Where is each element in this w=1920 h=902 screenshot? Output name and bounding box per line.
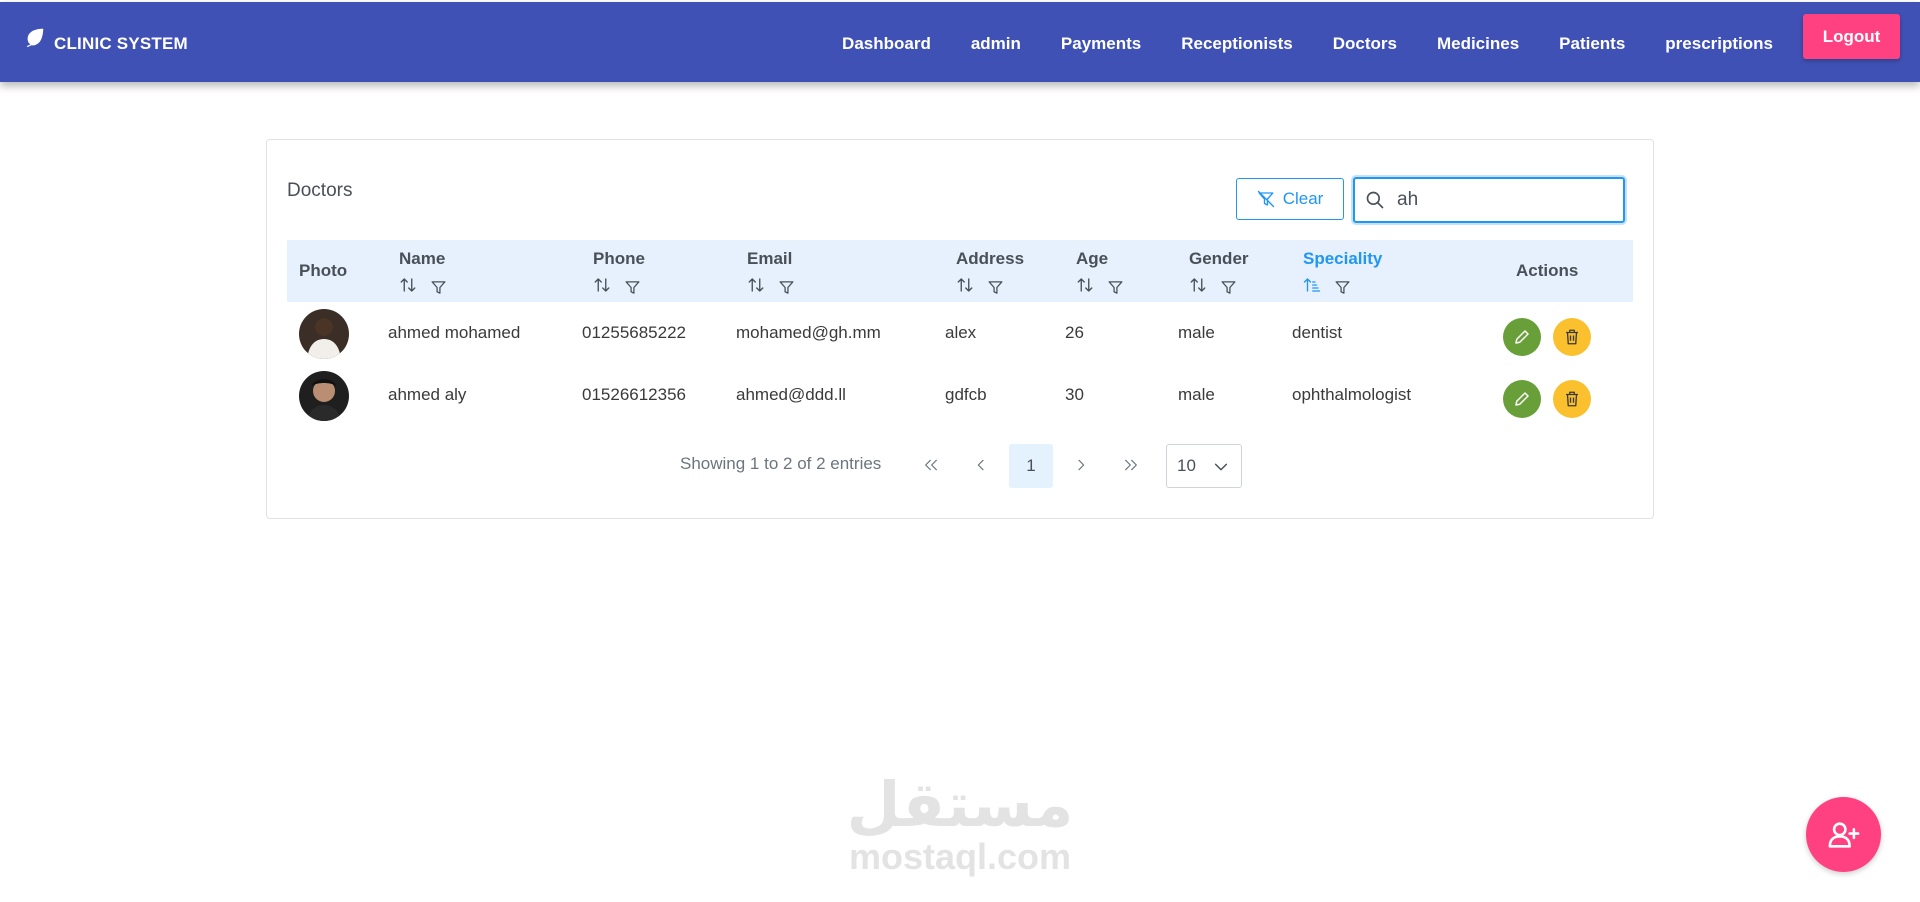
cell-speciality: ophthalmologist xyxy=(1292,385,1412,404)
doctors-card: Doctors Clear Photo Name P xyxy=(266,139,1654,519)
nav-link-payments[interactable]: Payments xyxy=(1061,34,1141,54)
filter-icon[interactable] xyxy=(624,279,641,296)
cell-speciality: dentist xyxy=(1292,323,1343,342)
chevron-right-icon xyxy=(1078,459,1085,471)
top-navbar: CLINIC SYSTEM Dashboard admin Payments R… xyxy=(0,2,1920,82)
cell-email: ahmed@ddd.ll xyxy=(736,385,846,404)
table-row: ahmed mohamed 01255685222 mohamed@gh.mm … xyxy=(287,302,1633,364)
cell-gender: male xyxy=(1178,323,1215,342)
user-plus-icon xyxy=(1828,821,1859,848)
page-number[interactable]: 1 xyxy=(1009,444,1053,488)
last-page-button[interactable] xyxy=(1110,444,1152,486)
cell-name: ahmed aly xyxy=(388,385,467,404)
nav-link-receptionists[interactable]: Receptionists xyxy=(1181,34,1292,54)
sort-ascending-icon[interactable] xyxy=(1303,276,1321,294)
add-doctor-button[interactable] xyxy=(1806,797,1881,872)
rows-per-page-value: 10 xyxy=(1177,456,1196,475)
double-chevron-left-icon xyxy=(925,459,937,471)
card-title: Doctors xyxy=(287,180,353,201)
prev-page-button[interactable] xyxy=(960,444,1002,486)
trash-icon xyxy=(1566,329,1578,345)
search-icon xyxy=(1366,191,1384,209)
doctor-avatar xyxy=(299,309,349,359)
doctors-table: Photo Name Phone Email Address Age Gende… xyxy=(287,240,1633,426)
sort-icon[interactable] xyxy=(747,276,765,294)
cell-age: 26 xyxy=(1065,323,1084,342)
doctor-avatar xyxy=(299,371,349,421)
cell-age: 30 xyxy=(1065,385,1084,404)
page-report: Showing 1 to 2 of 2 entries xyxy=(680,454,882,473)
column-header: Gender xyxy=(1189,249,1249,268)
filter-icon[interactable] xyxy=(1334,279,1351,296)
edit-button[interactable] xyxy=(1503,318,1541,356)
sort-icon[interactable] xyxy=(1076,276,1094,294)
edit-button[interactable] xyxy=(1503,380,1541,418)
column-header: Name xyxy=(399,249,446,268)
cell-name: ahmed mohamed xyxy=(388,323,521,342)
cell-phone: 01255685222 xyxy=(582,323,687,342)
nav-link-admin[interactable]: admin xyxy=(971,34,1021,54)
watermark: مستقل mostaql.com xyxy=(800,772,1120,876)
search-input[interactable] xyxy=(1395,188,1599,212)
watermark-latin: mostaql.com xyxy=(848,836,1072,877)
brand[interactable]: CLINIC SYSTEM xyxy=(24,26,188,56)
search-box[interactable] xyxy=(1353,177,1625,223)
delete-button[interactable] xyxy=(1553,380,1591,418)
nav-link-prescriptions[interactable]: prescriptions xyxy=(1665,34,1773,54)
watermark-arabic: مستقل xyxy=(846,768,1074,841)
sort-icon[interactable] xyxy=(593,276,611,294)
filter-icon[interactable] xyxy=(1220,279,1237,296)
column-header: Phone xyxy=(593,249,645,268)
filter-icon[interactable] xyxy=(778,279,795,296)
chevron-down-icon xyxy=(1214,463,1228,471)
cell-address: gdfcb xyxy=(945,385,987,404)
sort-icon[interactable] xyxy=(1189,276,1207,294)
pencil-icon xyxy=(1515,392,1529,406)
filter-icon[interactable] xyxy=(430,279,447,296)
cell-phone: 01526612356 xyxy=(582,385,687,404)
brand-name: CLINIC SYSTEM xyxy=(54,34,188,53)
column-header: Age xyxy=(1076,249,1109,268)
clear-label: Clear xyxy=(1282,189,1324,208)
filter-slash-icon xyxy=(1257,190,1274,208)
sort-icon[interactable] xyxy=(399,276,417,294)
first-page-button[interactable] xyxy=(910,444,952,486)
leaf-icon xyxy=(26,28,44,48)
paginator: Showing 1 to 2 of 2 entries 1 10 xyxy=(267,441,1653,488)
next-page-button[interactable] xyxy=(1060,444,1102,486)
nav-link-dashboard[interactable]: Dashboard xyxy=(842,34,931,54)
column-header: Speciality xyxy=(1303,249,1383,268)
column-header: Address xyxy=(956,249,1025,268)
logout-button[interactable]: Logout xyxy=(1803,14,1900,59)
delete-button[interactable] xyxy=(1553,318,1591,356)
rows-per-page-select[interactable]: 10 xyxy=(1166,444,1242,488)
clear-filters-button[interactable]: Clear xyxy=(1236,178,1344,220)
pencil-icon xyxy=(1515,330,1529,344)
filter-icon[interactable] xyxy=(987,279,1004,296)
column-header: Actions xyxy=(1516,261,1579,280)
filter-icon[interactable] xyxy=(1107,279,1124,296)
trash-icon xyxy=(1566,391,1578,407)
column-header: Photo xyxy=(299,261,348,280)
cell-address: alex xyxy=(945,323,977,342)
nav-link-medicines[interactable]: Medicines xyxy=(1437,34,1519,54)
sort-icon[interactable] xyxy=(956,276,974,294)
table-header: Photo Name Phone Email Address Age Gende… xyxy=(287,240,1633,302)
nav-link-patients[interactable]: Patients xyxy=(1559,34,1625,54)
cell-gender: male xyxy=(1178,385,1215,404)
nav-menu: Dashboard admin Payments Receptionists D… xyxy=(842,14,1900,59)
cell-email: mohamed@gh.mm xyxy=(736,323,881,342)
column-header: Email xyxy=(747,249,793,268)
nav-link-doctors[interactable]: Doctors xyxy=(1333,34,1397,54)
double-chevron-right-icon xyxy=(1125,459,1137,471)
table-row: ahmed aly 01526612356 ahmed@ddd.ll gdfcb… xyxy=(287,364,1633,426)
chevron-left-icon xyxy=(977,459,984,471)
